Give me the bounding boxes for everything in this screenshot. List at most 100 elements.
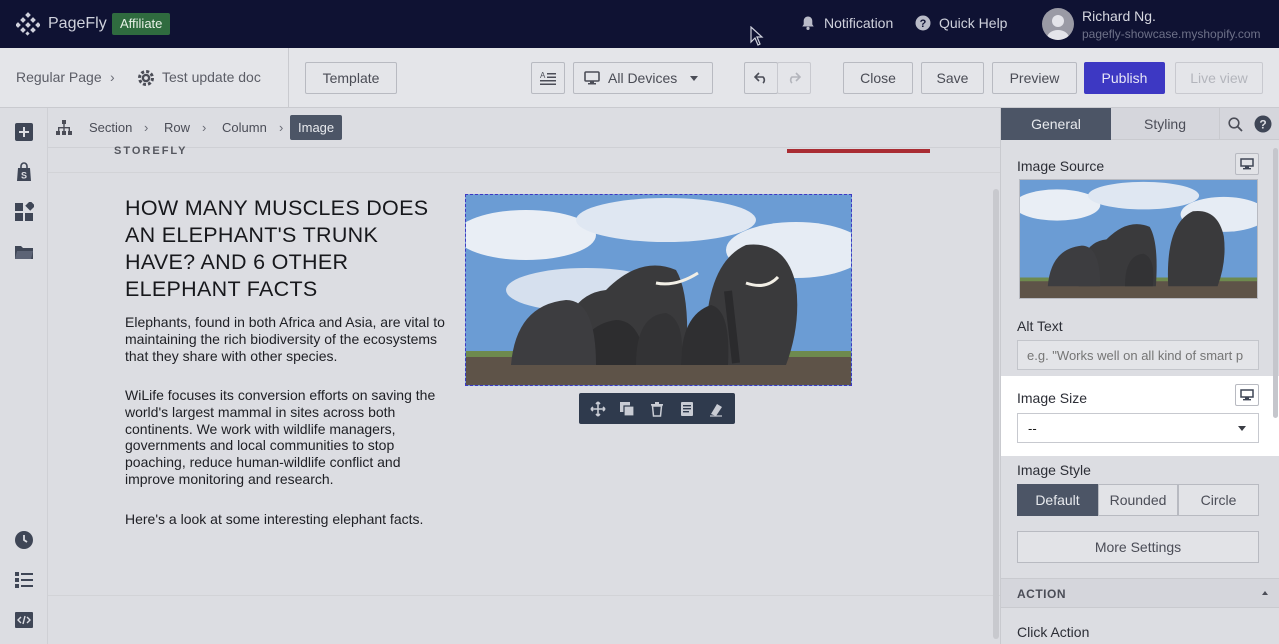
undo-button[interactable]: [744, 62, 778, 94]
canvas-scrollbar[interactable]: [993, 189, 999, 639]
add-icon[interactable]: [14, 122, 34, 142]
user-shop-domain: pagefly-showcase.myshopify.com: [1082, 27, 1261, 41]
save-button[interactable]: Save: [921, 62, 984, 94]
move-icon[interactable]: [590, 400, 606, 417]
image-source-thumbnail[interactable]: [1019, 179, 1258, 299]
article-paragraph[interactable]: Elephants, found in both Africa and Asia…: [125, 314, 447, 364]
history-icon[interactable]: [14, 530, 34, 550]
folder-icon[interactable]: [14, 242, 34, 262]
selected-image-element[interactable]: [465, 194, 852, 386]
panel-search-button[interactable]: [1219, 108, 1251, 140]
svg-text:?: ?: [920, 18, 927, 30]
page-type-label[interactable]: Regular Page: [16, 69, 102, 85]
caret-down-icon: [690, 76, 698, 81]
action-section-header[interactable]: ACTION: [1001, 578, 1279, 608]
desktop-icon: [1240, 389, 1254, 401]
editor-canvas: STOREFLY HOW MANY MUSCLES DOES AN ELEPHA…: [48, 145, 1000, 644]
more-settings-button[interactable]: More Settings: [1017, 531, 1259, 563]
image-toolbar: [579, 393, 735, 424]
image-size-value: --: [1028, 420, 1037, 436]
preview-button[interactable]: Preview: [992, 62, 1077, 94]
duplicate-icon[interactable]: [619, 401, 635, 417]
style-rounded-option[interactable]: Rounded: [1098, 484, 1178, 516]
help-circle-icon: ?: [915, 15, 931, 31]
brand-name[interactable]: PageFly: [48, 15, 107, 33]
breadcrumb-row[interactable]: Row: [164, 120, 190, 135]
image-source-label: Image Source: [1017, 158, 1105, 174]
help-icon[interactable]: ?: [1253, 114, 1273, 134]
device-selector[interactable]: All Devices: [573, 62, 713, 94]
bell-icon: [802, 16, 814, 30]
elements-grid-icon[interactable]: [14, 202, 34, 222]
pagefly-logo-icon: [16, 12, 40, 36]
elephants-photo: [466, 195, 851, 385]
text-format-button[interactable]: A: [531, 62, 565, 94]
tab-general[interactable]: General: [1001, 108, 1111, 140]
element-breadcrumb: Section › Row › Column › Image: [48, 108, 1000, 148]
click-action-label: Click Action: [1017, 624, 1090, 640]
image-style-label: Image Style: [1017, 462, 1091, 478]
settings-panel: General Styling ? Image Source Alt Text …: [1000, 108, 1279, 644]
notification-button[interactable]: Notification: [800, 15, 893, 31]
responsive-toggle[interactable]: [1235, 153, 1259, 175]
style-default-option[interactable]: Default: [1017, 484, 1098, 516]
search-icon: [1228, 116, 1243, 132]
text-align-icon: A: [540, 71, 556, 85]
responsive-toggle[interactable]: [1235, 384, 1259, 406]
svg-text:A: A: [540, 71, 546, 80]
publish-button[interactable]: Publish: [1084, 62, 1165, 94]
article-paragraph[interactable]: WiLife focuses its conversion efforts on…: [125, 387, 447, 488]
user-silhouette-icon: [1047, 15, 1069, 40]
article-headline[interactable]: HOW MANY MUSCLES DOES AN ELEPHANT'S TRUN…: [125, 195, 445, 303]
svg-text:S: S: [21, 171, 27, 181]
svg-text:?: ?: [1259, 117, 1266, 131]
alt-text-input[interactable]: [1017, 340, 1259, 370]
outline-list-icon[interactable]: [14, 570, 34, 590]
close-button[interactable]: Close: [843, 62, 913, 94]
redo-icon: [789, 72, 801, 84]
eraser-icon[interactable]: [708, 401, 724, 417]
header-accent-bar: [787, 149, 930, 153]
chevron-right-icon: ›: [144, 120, 149, 135]
desktop-icon: [584, 71, 600, 85]
gear-icon[interactable]: [137, 69, 155, 87]
toolbar-divider: [288, 48, 289, 108]
quick-help-label: Quick Help: [939, 15, 1008, 31]
sitemap-icon[interactable]: [56, 120, 72, 136]
section-divider: [48, 172, 1000, 173]
panel-scrollbar[interactable]: [1273, 148, 1278, 418]
left-sidebar: S: [0, 108, 48, 644]
live-view-button[interactable]: Live view: [1175, 62, 1263, 94]
affiliate-badge[interactable]: Affiliate: [112, 13, 171, 35]
caret-down-icon: [1238, 426, 1246, 431]
shopify-bag-icon[interactable]: S: [14, 162, 34, 182]
breadcrumb-section[interactable]: Section: [89, 120, 132, 135]
top-bar: PageFly Affiliate Notification ? Quick H…: [0, 0, 1279, 48]
code-icon[interactable]: [14, 610, 34, 630]
breadcrumb-image-active[interactable]: Image: [290, 115, 343, 140]
user-avatar[interactable]: [1042, 8, 1074, 40]
template-button[interactable]: Template: [305, 62, 397, 94]
style-circle-option[interactable]: Circle: [1178, 484, 1259, 516]
tab-styling[interactable]: Styling: [1111, 108, 1219, 140]
editor-toolbar: Regular Page › Test update doc Template …: [0, 48, 1279, 108]
article-paragraph[interactable]: Here's a look at some interesting elepha…: [125, 511, 447, 528]
action-section-title: ACTION: [1017, 587, 1066, 601]
elephants-thumbnail: [1020, 180, 1257, 298]
caret-up-icon: [1262, 591, 1268, 595]
user-name[interactable]: Richard Ng.: [1082, 8, 1156, 24]
alt-text-label: Alt Text: [1017, 318, 1063, 334]
quick-help-button[interactable]: ? Quick Help: [915, 15, 1007, 31]
page-name[interactable]: Test update doc: [162, 69, 261, 85]
save-snippet-icon[interactable]: [679, 401, 695, 417]
chevron-right-icon: ›: [202, 120, 207, 135]
devices-label: All Devices: [608, 70, 678, 86]
trash-icon[interactable]: [649, 401, 665, 417]
chevron-right-icon: ›: [110, 69, 115, 85]
page-preview: STOREFLY HOW MANY MUSCLES DOES AN ELEPHA…: [48, 145, 1000, 644]
redo-button[interactable]: [777, 62, 811, 94]
undo-icon: [754, 72, 766, 84]
breadcrumb-column[interactable]: Column: [222, 120, 267, 135]
image-size-select[interactable]: --: [1017, 413, 1259, 443]
image-size-label: Image Size: [1017, 390, 1088, 406]
